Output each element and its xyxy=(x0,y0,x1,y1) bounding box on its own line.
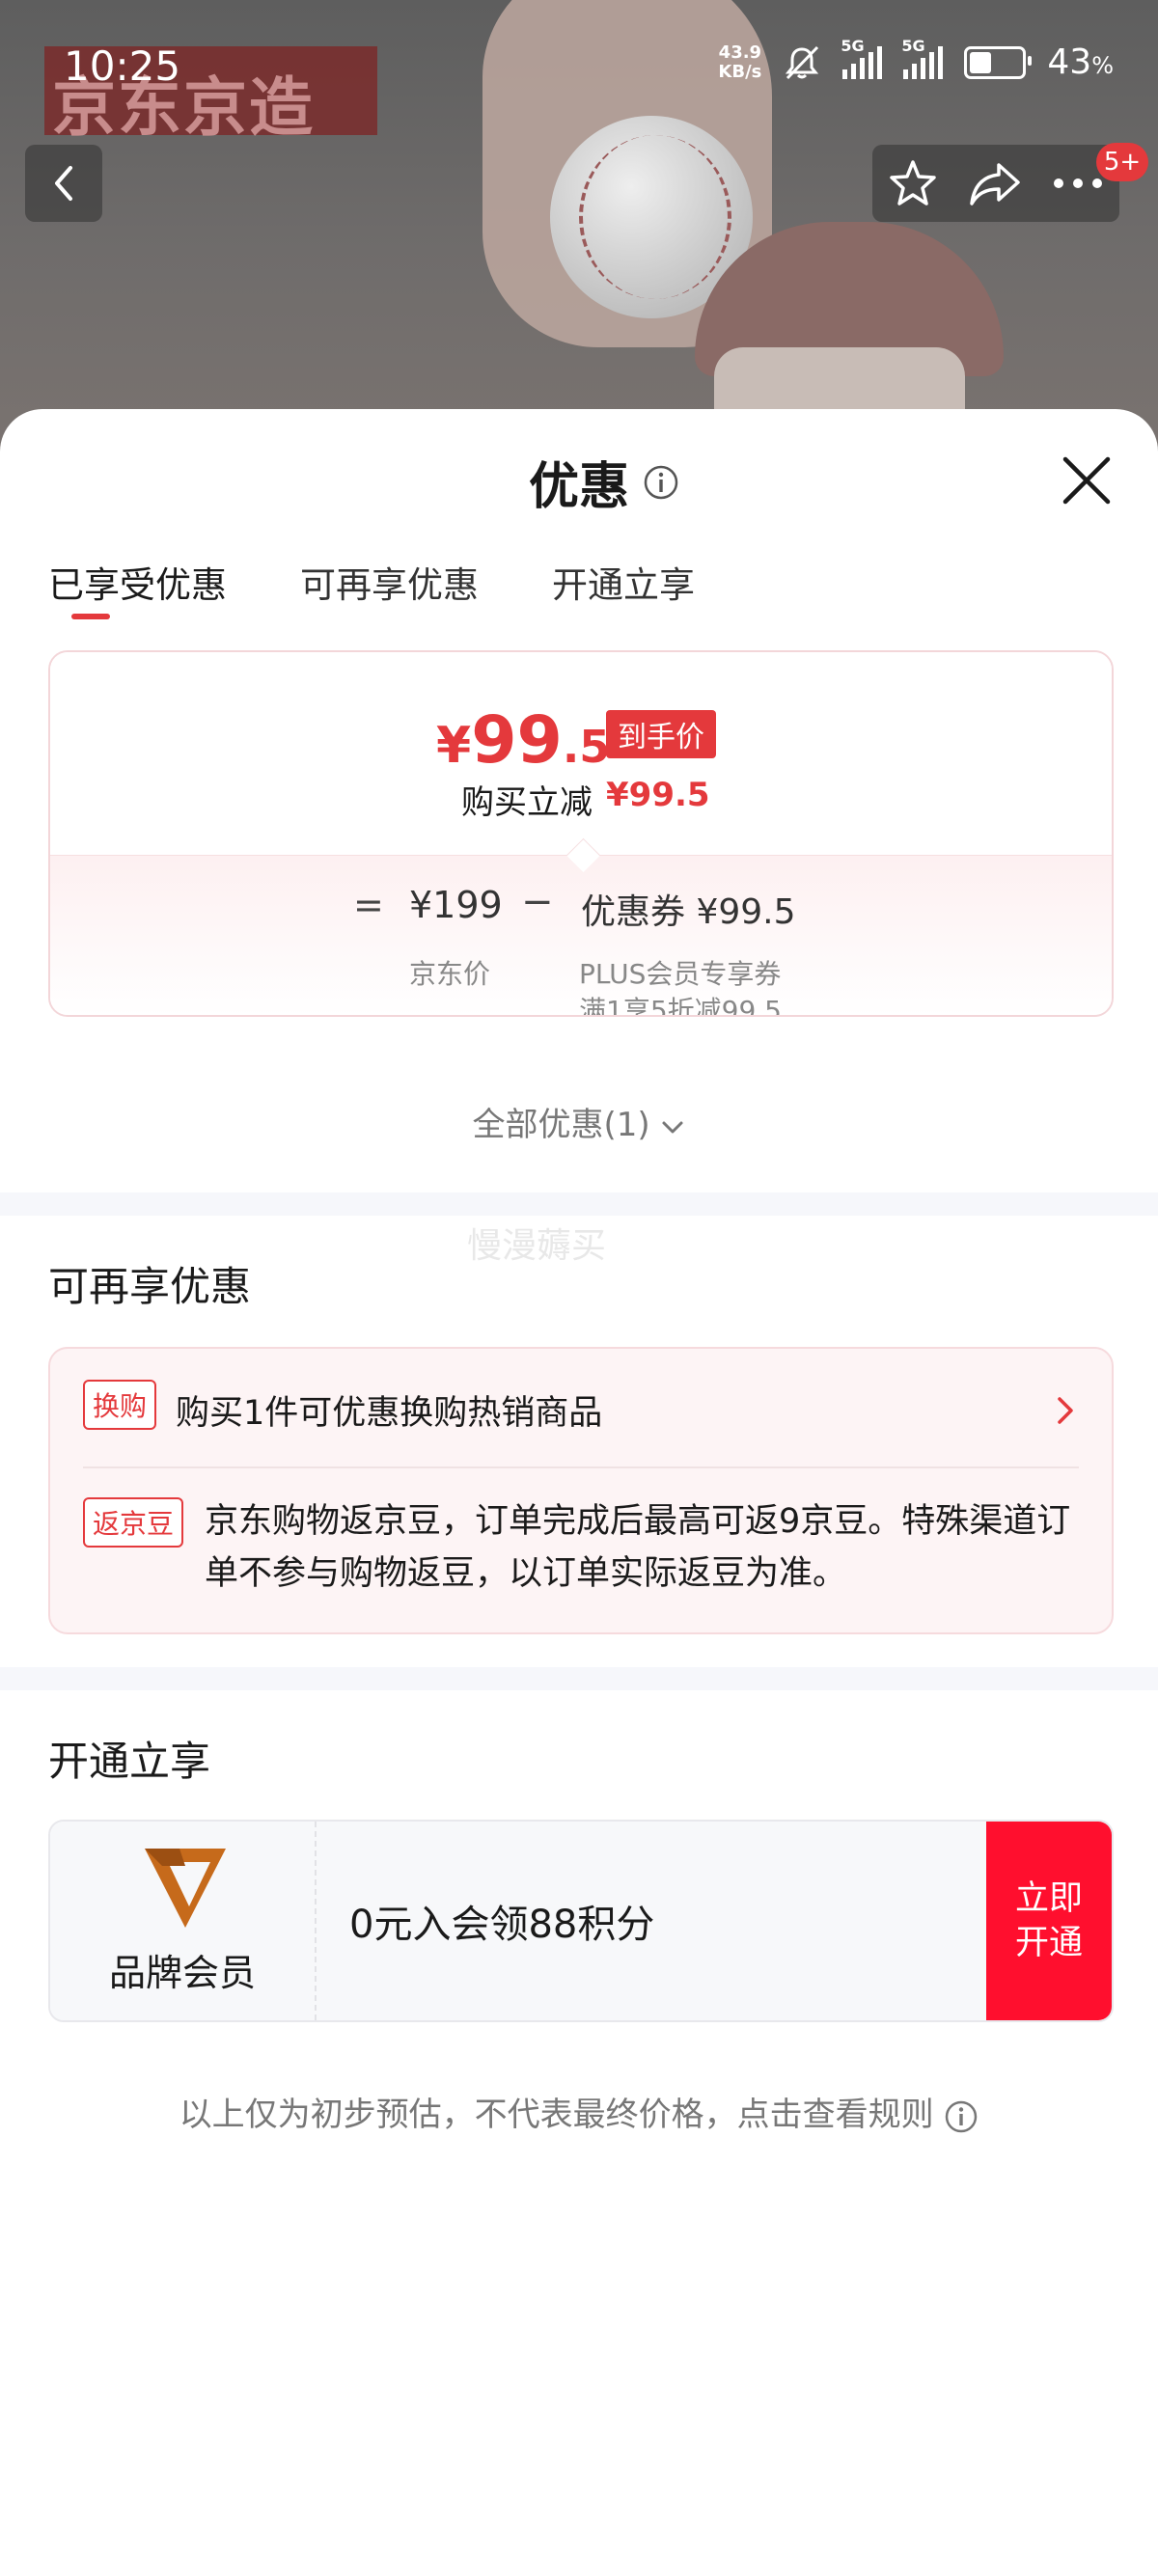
battery-percent: 43% xyxy=(1047,42,1114,82)
signal-1-icon: 5G xyxy=(841,37,883,79)
member-brand-panel: 品牌会员 xyxy=(50,1822,317,2020)
net-speed-unit: KB/s xyxy=(718,61,762,82)
net-speed-value: 43.9 xyxy=(718,41,762,63)
net-speed: 43.9 KB/s xyxy=(718,41,762,82)
mute-icon xyxy=(786,45,819,79)
jingdou-description: 京东购物返京豆，订单完成后最高可返9京豆。特殊渠道订单不参与购物返豆，以订单实际… xyxy=(205,1502,1071,1593)
final-price-int: 99 xyxy=(471,702,563,779)
more-discounts-title: 可再享优惠 xyxy=(48,1263,252,1310)
reduce-value: ¥99.5 xyxy=(606,776,710,814)
member-label: 品牌会员 xyxy=(108,1952,256,1994)
sim1-label: 5G xyxy=(841,36,865,55)
chevron-down-icon xyxy=(662,1121,683,1133)
status-bar: 10:25 43.9 KB/s 5G 5G 43% xyxy=(0,0,1158,135)
final-price-currency: ¥ xyxy=(436,717,472,775)
final-price-dec: .5 xyxy=(562,721,611,773)
join-line-2: 开通 xyxy=(1014,1924,1083,1962)
jd-price-label: 京东价 xyxy=(409,958,491,990)
exchange-tag: 换购 xyxy=(83,1380,157,1430)
info-icon[interactable] xyxy=(643,464,679,501)
all-discounts-label: 全部优惠(1) xyxy=(472,1106,650,1144)
tab-more-discounts[interactable]: 可再享优惠 xyxy=(300,556,479,608)
jingdou-tag: 返京豆 xyxy=(83,1497,184,1548)
tab-bar: 已享受优惠 可再享优惠 开通立享 xyxy=(48,556,695,608)
join-now-button[interactable]: 立即 开通 xyxy=(986,1822,1112,2020)
coupon-desc-1: PLUS会员专享券 xyxy=(579,958,782,990)
final-price-tag: 到手价 xyxy=(606,710,716,758)
disclaimer[interactable]: 以上仅为初步预估，不代表最终价格，点击查看规则 xyxy=(0,2088,1158,2135)
close-icon[interactable] xyxy=(1058,452,1116,509)
final-price: ¥99.5 xyxy=(436,702,610,779)
share-icon[interactable] xyxy=(968,159,1022,207)
tab-underline xyxy=(71,614,110,619)
price-card: ¥99.5 到手价 购买立减 ¥99.5 = ¥199 − 优惠券 ¥99.5 … xyxy=(48,650,1114,1017)
formula-equals: = xyxy=(353,884,384,926)
more-icon[interactable] xyxy=(1051,174,1105,193)
reduce-label: 购买立减 xyxy=(461,783,593,822)
join-line-1: 立即 xyxy=(1014,1879,1083,1918)
notification-badge: 5+ xyxy=(1096,143,1148,181)
member-offer: 0元入会领88积分 xyxy=(349,1903,655,1947)
section-divider xyxy=(0,1192,1158,1216)
open-membership-title: 开通立享 xyxy=(48,1738,211,1785)
star-icon[interactable] xyxy=(887,157,939,209)
formula-minus: − xyxy=(521,880,554,924)
sheet-title: 优惠 xyxy=(529,458,630,516)
disclaimer-text: 以上仅为初步预估，不代表最终价格，点击查看规则 xyxy=(179,2096,934,2134)
sim2-label: 5G xyxy=(901,36,925,55)
sheet-header: 优惠 xyxy=(529,446,679,518)
exchange-item[interactable]: 购买1件可优惠换购热销商品 xyxy=(176,1385,602,1435)
coupon-desc-2: 满1享5折减99.5 xyxy=(579,995,782,1017)
signal-2-icon: 5G xyxy=(901,37,944,79)
all-discounts-toggle[interactable]: 全部优惠(1) xyxy=(0,1098,1158,1145)
status-time: 10:25 xyxy=(64,42,181,90)
discount-sheet: 优惠 已享受优惠 可再享优惠 开通立享 ¥99.5 到手价 购买立减 ¥99.5… xyxy=(0,409,1158,2576)
tab-enjoyed[interactable]: 已享受优惠 xyxy=(48,556,227,608)
more-discounts-box: 换购 购买1件可优惠换购热销商品 返京豆 京东购物返京豆，订单完成后最高可返9京… xyxy=(48,1347,1114,1634)
status-icons: 43.9 KB/s 5G 5G 43% xyxy=(718,37,1114,83)
v-logo-icon xyxy=(145,1849,226,1928)
section-divider-2 xyxy=(0,1667,1158,1690)
jd-price: ¥199 xyxy=(409,884,503,926)
back-icon xyxy=(55,166,72,201)
chevron-right-icon[interactable] xyxy=(1054,1391,1077,1430)
battery-icon xyxy=(964,45,1033,79)
watermark-text: 慢漫薅买 xyxy=(467,1226,607,1266)
back-button[interactable] xyxy=(25,145,102,222)
box-divider xyxy=(83,1466,1079,1468)
coupon-amount: 优惠券 ¥99.5 xyxy=(581,892,796,932)
tab-open-membership[interactable]: 开通立享 xyxy=(552,556,695,608)
reduce-line: 购买立减 ¥99.5 xyxy=(461,776,710,823)
rules-info-icon[interactable] xyxy=(944,2099,979,2134)
header-actions xyxy=(872,145,1119,222)
brand-member-card: 品牌会员 0元入会领88积分 立即 开通 xyxy=(48,1820,1114,2022)
